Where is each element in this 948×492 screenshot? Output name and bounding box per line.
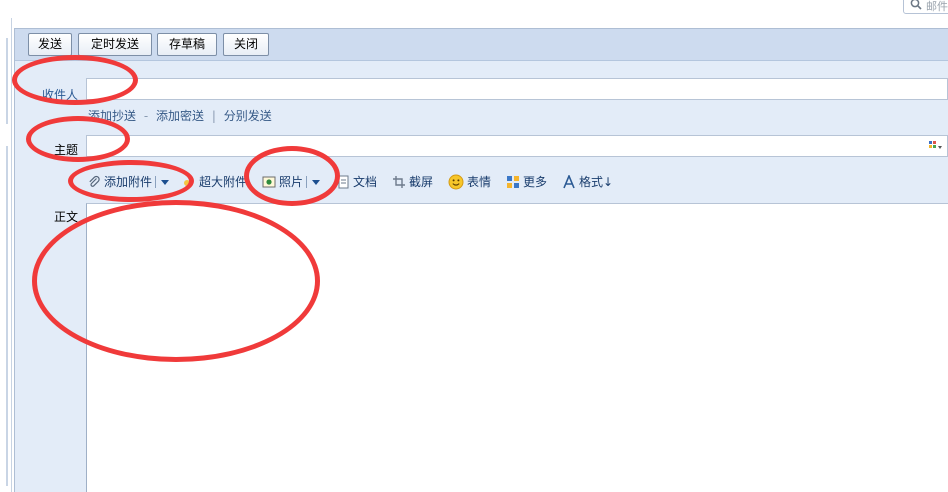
photo-button[interactable]: 照片 bbox=[262, 173, 321, 191]
body-editor[interactable] bbox=[86, 203, 948, 492]
add-bcc-link[interactable]: 添加密送 bbox=[156, 109, 204, 123]
left-frame bbox=[0, 18, 12, 492]
screenshot-icon bbox=[393, 176, 405, 188]
send-button[interactable]: 发送 bbox=[28, 33, 72, 56]
document-button[interactable]: 文档 bbox=[336, 173, 377, 191]
format-label: 格式↓ bbox=[579, 175, 614, 189]
save-draft-button[interactable]: 存草稿 bbox=[157, 33, 217, 56]
recipient-label: 收件人 bbox=[41, 88, 78, 102]
large-attachment-label: 超大附件 bbox=[199, 175, 248, 189]
screenshot-label: 截屏 bbox=[409, 175, 434, 189]
format-text-icon bbox=[563, 175, 575, 189]
chevron-down-icon[interactable] bbox=[312, 179, 321, 185]
cc-bcc-links: 添加抄送 - 添加密送 | 分别发送 bbox=[88, 107, 272, 124]
link-dash: - bbox=[143, 109, 149, 123]
photo-label: 照片 bbox=[279, 175, 304, 189]
subject-field[interactable] bbox=[86, 135, 948, 157]
add-attachment-button[interactable]: 添加附件 bbox=[87, 173, 170, 191]
document-label: 文档 bbox=[353, 175, 378, 189]
grid-icon bbox=[507, 176, 519, 188]
add-cc-link[interactable]: 添加抄送 bbox=[88, 109, 136, 123]
chevron-down-icon[interactable] bbox=[161, 179, 170, 185]
search-placeholder: 邮件 bbox=[926, 0, 948, 13]
link-bar: | bbox=[211, 109, 216, 123]
document-icon bbox=[338, 175, 349, 189]
screenshot-button[interactable]: 截屏 bbox=[392, 173, 433, 191]
recipient-field[interactable] bbox=[86, 78, 948, 100]
search-input[interactable]: 邮件 bbox=[903, 0, 948, 14]
smiley-icon bbox=[448, 174, 464, 190]
close-button[interactable]: 关闭 bbox=[223, 33, 269, 56]
body-label: 正文 bbox=[53, 210, 78, 224]
emoji-button[interactable]: 表情 bbox=[448, 173, 491, 191]
format-button[interactable]: 格式↓ bbox=[562, 173, 613, 191]
photo-icon bbox=[262, 176, 276, 188]
more-button[interactable]: 更多 bbox=[506, 173, 547, 191]
large-attachment-icon bbox=[184, 180, 190, 186]
add-attachment-label: 添加附件 bbox=[104, 175, 153, 189]
search-icon bbox=[910, 0, 922, 10]
emoji-label: 表情 bbox=[467, 175, 492, 189]
paperclip-icon bbox=[89, 175, 100, 187]
priority-menu-icon[interactable] bbox=[929, 141, 943, 151]
scheduled-send-button[interactable]: 定时发送 bbox=[78, 33, 152, 56]
separate-send-link[interactable]: 分别发送 bbox=[224, 109, 272, 123]
compose-toolbar bbox=[15, 29, 948, 61]
top-bar bbox=[0, 0, 948, 18]
more-label: 更多 bbox=[523, 175, 548, 189]
subject-label: 主题 bbox=[53, 143, 78, 157]
large-attachment-button[interactable]: 超大附件 bbox=[182, 173, 247, 191]
